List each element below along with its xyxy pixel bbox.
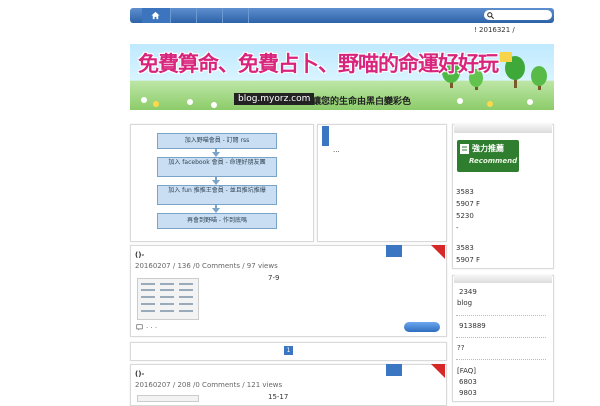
nav-separator <box>222 8 223 23</box>
post-date-tab <box>386 364 402 376</box>
panel-tab <box>322 126 329 146</box>
home-icon[interactable] <box>151 11 160 20</box>
post-date-tab <box>386 245 402 257</box>
divider <box>456 337 546 338</box>
nav-separator <box>196 8 197 23</box>
divider <box>456 359 546 360</box>
post-footer-dots: · · · <box>146 324 158 332</box>
post-title[interactable]: ()- <box>135 370 144 378</box>
sidebar-link[interactable]: 6803 <box>459 378 477 386</box>
sidebar-link[interactable]: 913889 <box>459 322 486 330</box>
sidebar-line: 5907 F <box>456 256 481 264</box>
read-more-button[interactable] <box>404 322 440 332</box>
banner-slogan: 讓您的生命由黑白變彩色 <box>312 97 412 107</box>
sidebar-link[interactable]: 9803 <box>459 389 477 397</box>
sidebar-link[interactable]: 2349 <box>459 288 477 296</box>
post-meta: 20160207 / 136 /0 Comments / 97 views <box>135 262 278 270</box>
post-title[interactable]: ()- <box>135 251 144 259</box>
top-info-text: ! 2016321 / <box>474 26 515 34</box>
flow-step[interactable]: 加入 facebook 會員 - 命理好朋友團 <box>157 157 277 177</box>
post-thumbnail[interactable] <box>137 278 199 320</box>
nav-separator <box>170 8 171 23</box>
recommend-title: 強力推薦 <box>472 144 504 153</box>
search-input[interactable] <box>484 10 552 20</box>
post-meta: 20160207 / 208 /0 Comments / 121 views <box>135 381 283 389</box>
new-ribbon <box>431 364 445 378</box>
pencil-icon <box>460 144 469 154</box>
sidebar-header <box>454 124 552 133</box>
site-banner[interactable]: 免費算命、免費占卜、野喵的命運好好玩 blog.myorz.com 讓您的生命由… <box>130 44 554 110</box>
banner-title: 免費算命、免費占卜、野喵的命運好好玩 <box>138 52 499 76</box>
sidebar-link[interactable]: ?? <box>457 344 464 352</box>
nav-separator <box>248 8 249 23</box>
search-icon[interactable] <box>487 12 494 19</box>
sidebar-line: 5230 <box>456 212 474 220</box>
new-ribbon <box>431 245 445 259</box>
flow-step[interactable]: 再會到野喵 - 作到底嗎 <box>157 213 277 229</box>
recommend-subtitle: Recommend <box>469 157 518 165</box>
sidebar-header <box>454 275 552 283</box>
sidebar-line: 3583 <box>456 244 474 252</box>
post-thumbnail[interactable] <box>137 395 199 402</box>
sidebar-link[interactable]: blog <box>457 299 472 307</box>
sidebar-line: - <box>456 224 459 232</box>
flow-step[interactable]: 加入 fun 推推王會員 - 並且推坑推爆 <box>157 185 277 205</box>
banner-site-url: blog.myorz.com <box>234 93 315 105</box>
sidebar-link[interactable]: [FAQ] <box>457 367 476 375</box>
flow-step[interactable]: 加入野喵會員 - 訂閱 rss <box>157 133 277 149</box>
sidebar-line: 5907 F <box>456 200 481 208</box>
sidebar-line: 3583 <box>456 188 474 196</box>
thumbnail-grid-image <box>141 283 193 312</box>
panel-text: ... <box>333 146 340 154</box>
comment-icon[interactable] <box>136 324 143 331</box>
info-panel <box>317 124 447 242</box>
recommend-badge[interactable]: 強力推薦 Recommend <box>457 140 519 172</box>
post-excerpt: 7-9 <box>268 274 280 282</box>
divider <box>456 315 546 316</box>
page-current[interactable]: 1 <box>284 346 293 355</box>
